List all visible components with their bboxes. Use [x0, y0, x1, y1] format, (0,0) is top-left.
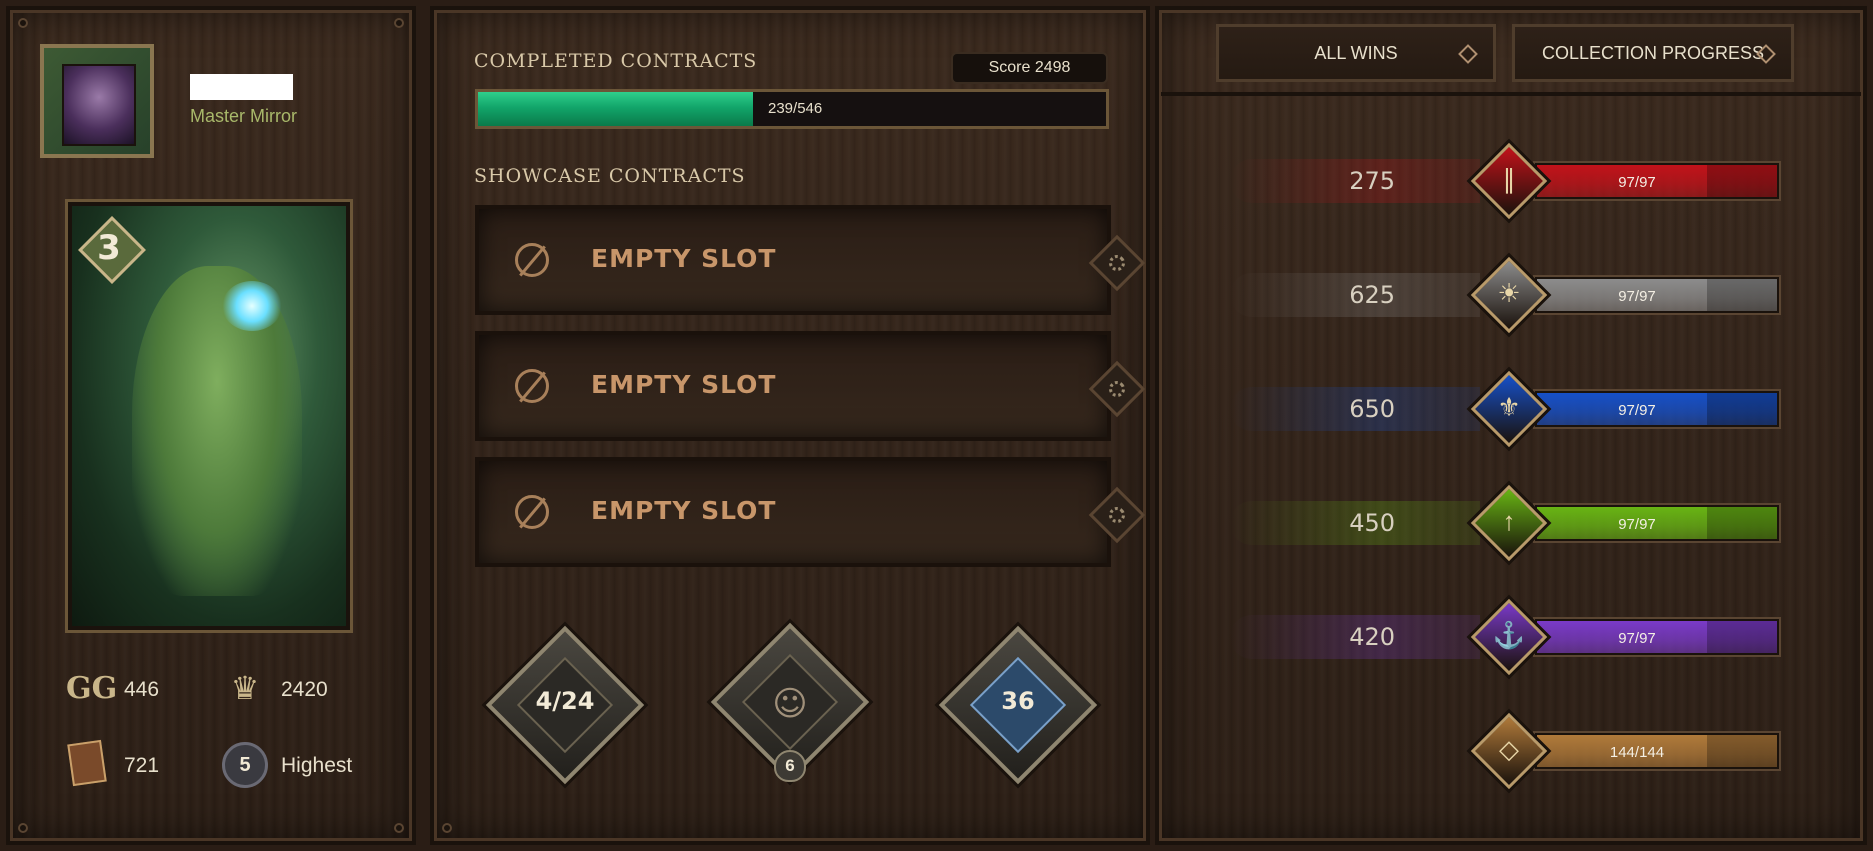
all-wins-dropdown[interactable]: ALL WINS [1216, 24, 1496, 82]
avatar-achievement-badge[interactable]: ☺ 6 [710, 622, 870, 782]
showcase-slot[interactable]: EMPTY SLOT [475, 331, 1146, 441]
username-redacted [190, 74, 293, 100]
slot-label: EMPTY SLOT [591, 244, 777, 273]
neutral-diamond-icon[interactable]: ◇ [1470, 712, 1548, 790]
faction-progress-text: 97/97 [1618, 630, 1656, 647]
silhouette-icon: ☺ [772, 684, 808, 724]
dropdown-diamond-icon [1458, 44, 1478, 64]
faction-wins: 450 [1349, 509, 1395, 537]
collection-progress-label: COLLECTION PROGRESS [1541, 43, 1765, 63]
faction-wins: 275 [1349, 167, 1395, 195]
empty-slot-icon [515, 369, 549, 403]
faction-progress-bar: 97/97 [1535, 163, 1779, 199]
player-title: Master Mirror [190, 106, 297, 126]
monsters-claw-icon[interactable]: ∥ [1470, 142, 1548, 220]
rivet [394, 18, 404, 28]
showcase-card[interactable]: 3 [68, 202, 350, 630]
skellige-ship-icon[interactable]: ⚓ [1470, 598, 1548, 676]
collection-progress-dropdown[interactable]: COLLECTION PROGRESS [1512, 24, 1794, 82]
faction-progress-text: 144/144 [1609, 744, 1665, 761]
contracts-progress-bar: 239/546 [475, 89, 1109, 129]
faction-progress-bar: 97/97 [1535, 505, 1779, 541]
completed-contracts-heading: COMPLETED CONTRACTS [474, 50, 758, 72]
faction-progress-text: 97/97 [1618, 516, 1656, 533]
contracts-progress-text: 239/546 [768, 100, 823, 117]
slot-label: EMPTY SLOT [591, 496, 777, 525]
gg-value: 446 [124, 678, 160, 701]
avatar-achievement-count: 6 [774, 750, 806, 782]
shield-achievement-value: 36 [1001, 687, 1035, 715]
faction-progress-bar: 97/97 [1535, 619, 1779, 655]
all-wins-label: ALL WINS [1314, 43, 1398, 63]
cards-icon [67, 739, 107, 787]
rivet [442, 823, 452, 833]
avatar-portrait [62, 64, 136, 146]
showcase-contracts-heading: SHOWCASE CONTRACTS [474, 165, 746, 187]
shield-achievement-badge[interactable]: 36 [938, 625, 1098, 785]
card-level-badge: 3 [78, 216, 146, 284]
avatar[interactable] [22, 40, 172, 165]
faction-progress-text: 97/97 [1618, 288, 1656, 305]
faction-progress-bar: 144/144 [1535, 733, 1779, 769]
gg-icon: GG [66, 671, 118, 706]
contracts-progress-fill [478, 92, 754, 126]
scoiatael-arrows-icon[interactable]: ↑ [1470, 484, 1548, 562]
faction-progress-bar: 97/97 [1535, 391, 1779, 427]
crown-achievement-badge[interactable]: 4/24 [485, 625, 645, 785]
faction-progress-bar: 97/97 [1535, 277, 1779, 313]
slot-label: EMPTY SLOT [591, 370, 777, 399]
empty-slot-icon [515, 243, 549, 277]
cards-value: 721 [124, 754, 160, 777]
faction-progress-text: 97/97 [1618, 174, 1656, 191]
showcase-slot[interactable]: EMPTY SLOT [475, 457, 1146, 567]
card-level-value: 3 [97, 228, 121, 268]
faction-wins: 650 [1349, 395, 1395, 423]
empty-slot-icon [515, 495, 549, 529]
rank-label: Highest [281, 754, 353, 777]
rank-badge-icon: 5 [222, 742, 268, 788]
nilfgaard-sun-icon[interactable]: ☀ [1470, 256, 1548, 334]
faction-wins: 625 [1349, 281, 1395, 309]
faction-wins: 420 [1349, 623, 1395, 651]
rivet [394, 823, 404, 833]
divider [1161, 92, 1861, 96]
showcase-slot[interactable]: EMPTY SLOT [475, 205, 1146, 315]
crown-icon: ♛ [230, 670, 260, 706]
rivet [18, 823, 28, 833]
crown-value: 2420 [281, 678, 328, 701]
score-badge: Score 2498 [951, 52, 1108, 84]
northern-realms-lily-icon[interactable]: ⚜ [1470, 370, 1548, 448]
faction-progress-text: 97/97 [1618, 402, 1656, 419]
avatar-frame [40, 44, 154, 158]
card-art-glow [222, 281, 282, 331]
rivet [18, 18, 28, 28]
crown-achievement-value: 4/24 [535, 687, 595, 715]
